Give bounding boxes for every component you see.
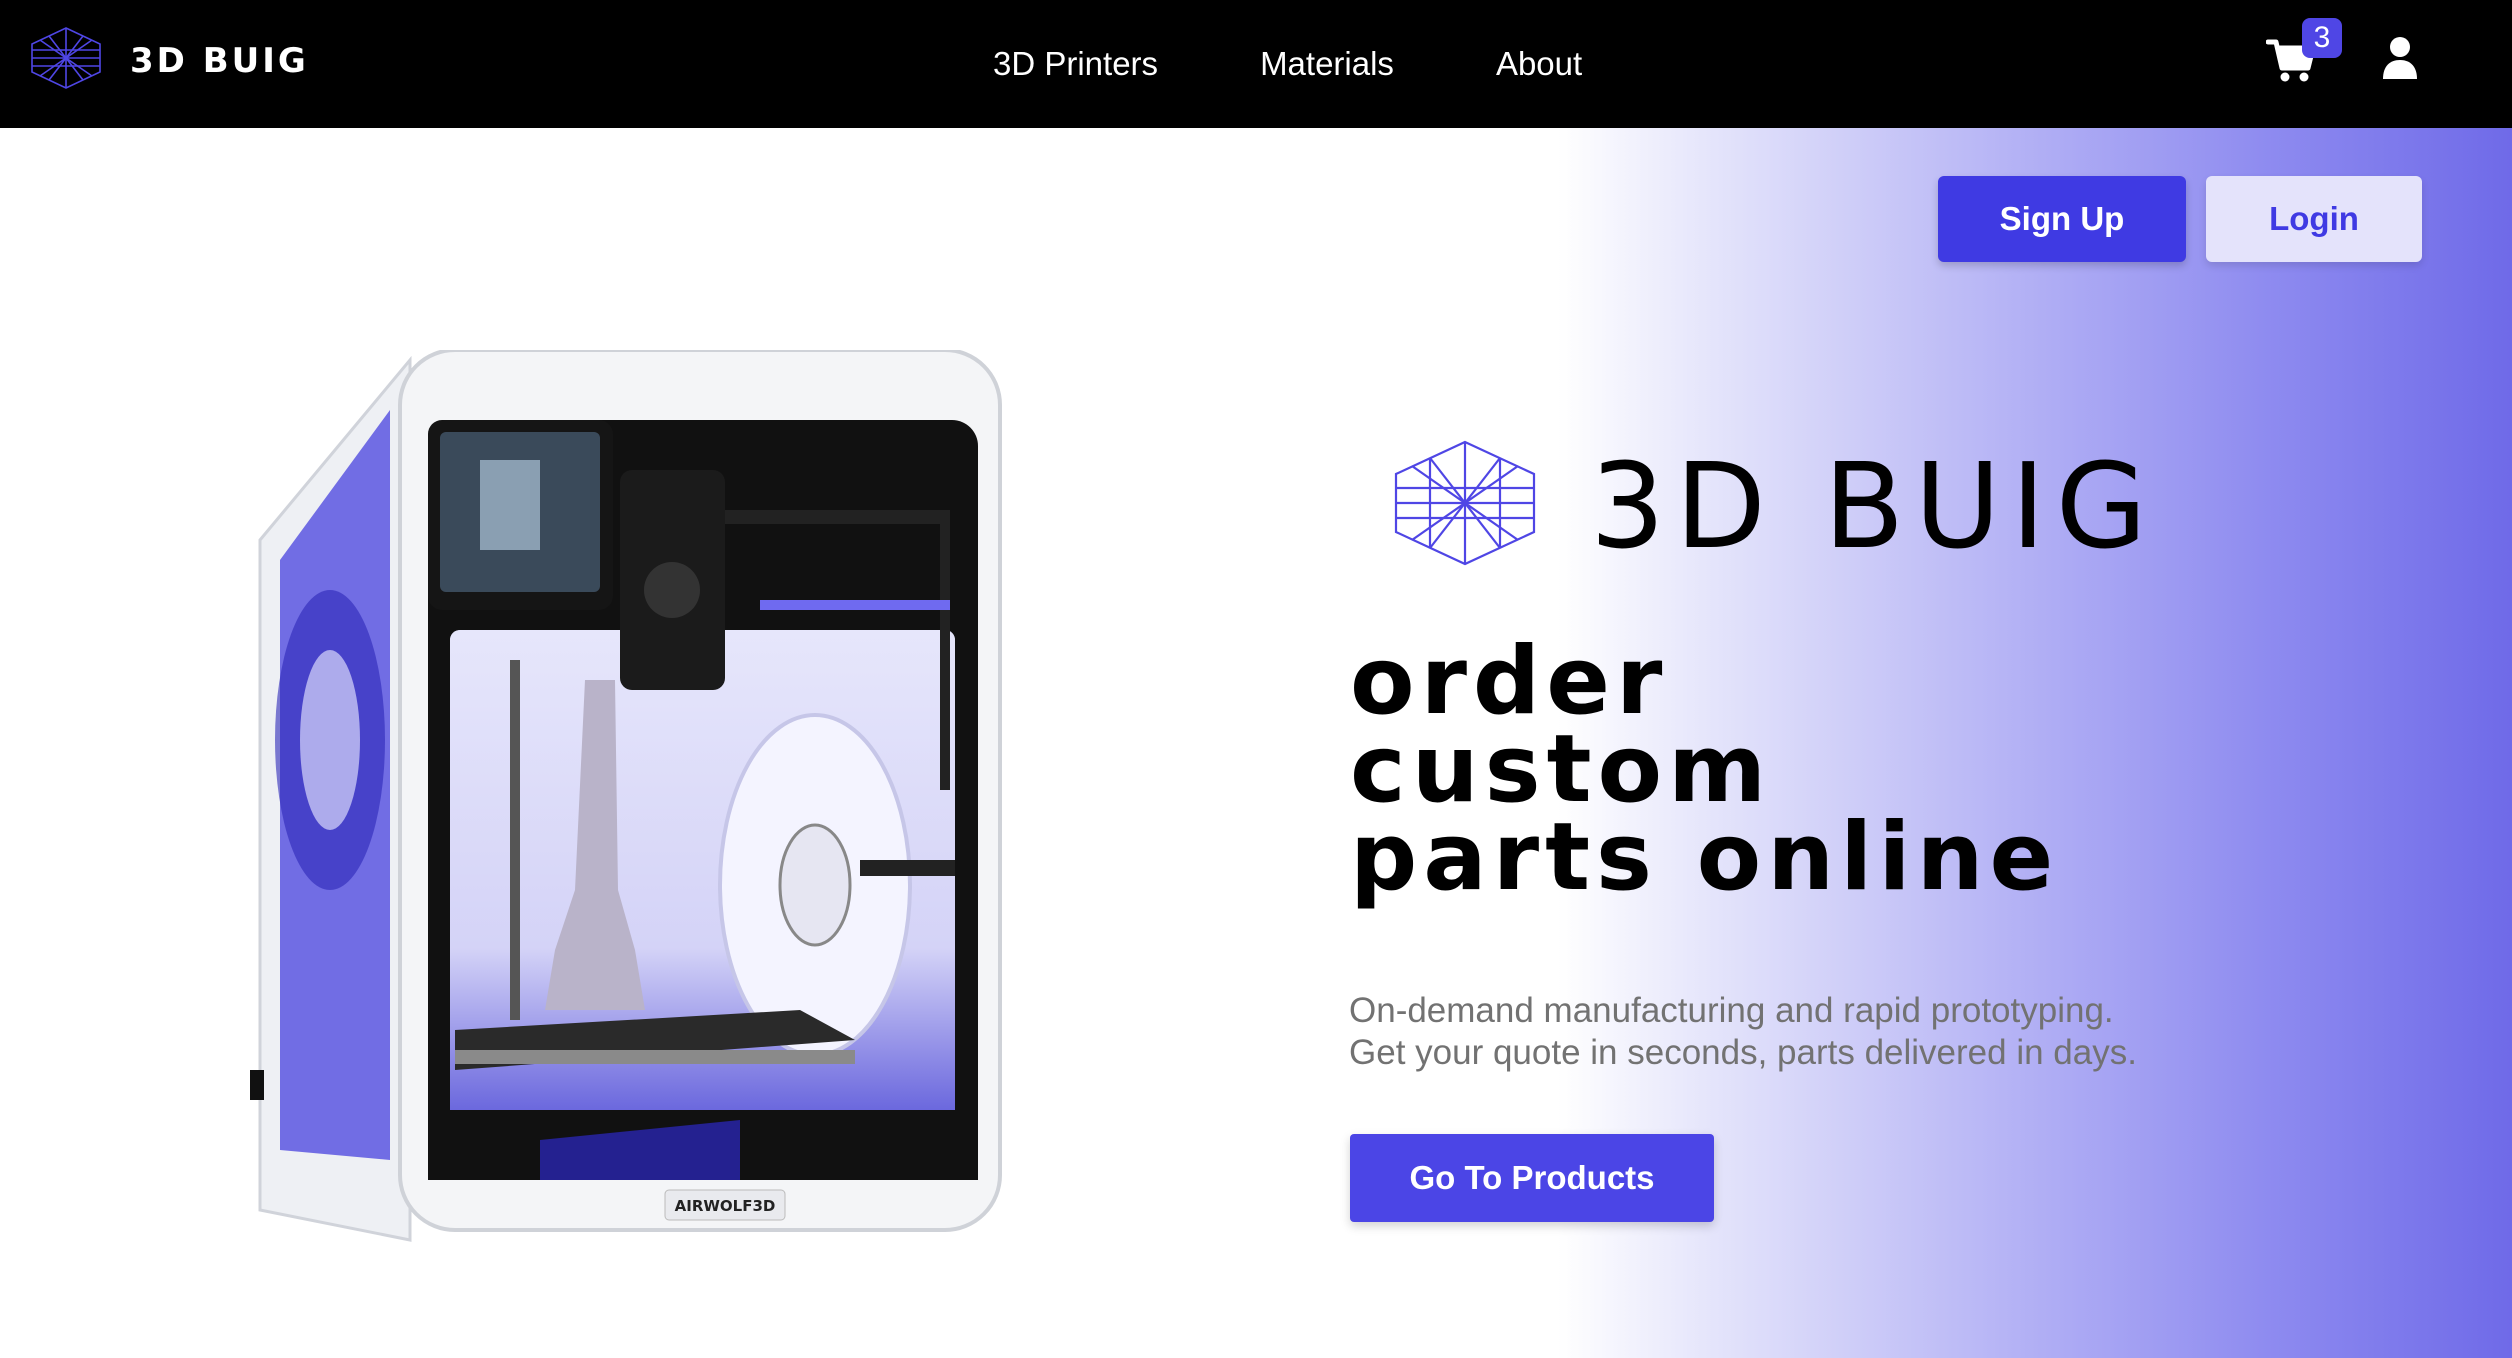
login-button[interactable]: Login (2206, 176, 2422, 262)
hero-headline: Order Custom Parts Online (1350, 627, 2350, 912)
subtext-line-1: On-demand manufacturing and rapid protot… (1349, 991, 2114, 1030)
cart-button[interactable]: 3 (2266, 18, 2342, 90)
headline-line-3: Parts Online (1350, 803, 2060, 912)
hero-logo: 3D BUIG (1390, 438, 2157, 573)
subtext-line-2: Get your quote in seconds, parts deliver… (1349, 1033, 2137, 1072)
user-account-button[interactable] (2380, 36, 2420, 80)
go-to-products-button[interactable]: Go To Products (1350, 1134, 1714, 1222)
hexagon-grid-icon (1390, 438, 1540, 573)
hexagon-grid-icon (28, 26, 104, 95)
user-icon (2383, 37, 2417, 79)
sign-up-button[interactable]: Sign Up (1938, 176, 2186, 262)
cart-count-badge: 3 (2302, 18, 2342, 58)
main-nav: 3D Printers Materials About (993, 0, 1582, 128)
headline-line-1: Order (1350, 627, 1669, 736)
printer-product-image: AIRWOLF3D (240, 348, 1020, 1250)
hero-subtext: On-demand manufacturing and rapid protot… (1349, 990, 2349, 1074)
brand-logo-link[interactable]: 3D BUIG (28, 26, 309, 95)
brand-name: 3D BUIG (130, 40, 309, 81)
printer-brand-label: AIRWOLF3D (675, 1197, 776, 1215)
top-navbar: 3D BUIG 3D Printers Materials About 3 (0, 0, 2512, 128)
headline-line-2: Custom (1350, 715, 1773, 824)
nav-link-3d-printers[interactable]: 3D Printers (993, 45, 1158, 83)
nav-link-materials[interactable]: Materials (1260, 45, 1394, 83)
nav-link-about[interactable]: About (1496, 45, 1582, 83)
hero-brand-name: 3D BUIG (1590, 436, 2158, 575)
